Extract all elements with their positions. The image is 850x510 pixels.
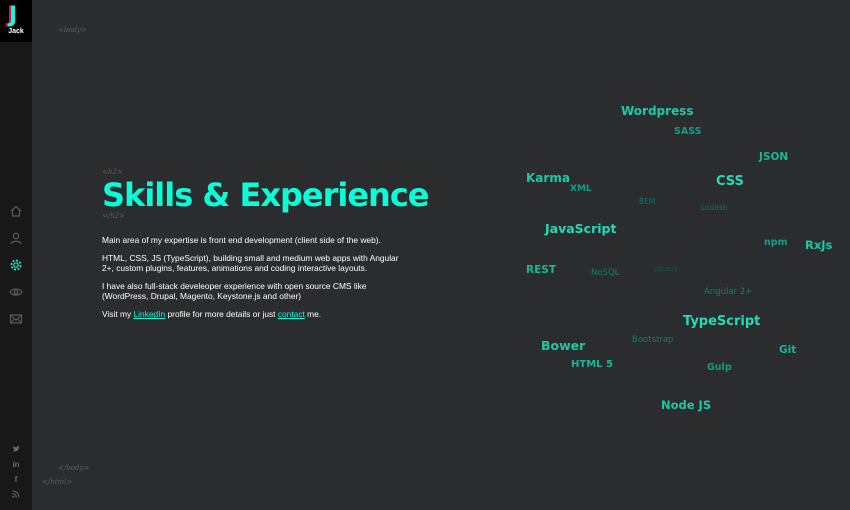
word-cloud-item: JavaScript: [545, 221, 617, 236]
word-cloud-item: jQuery: [655, 265, 679, 273]
twitter-icon: [12, 445, 20, 452]
word-cloud-item: Git: [779, 344, 797, 356]
nav-contact[interactable]: [0, 306, 32, 333]
main-nav: [0, 198, 32, 333]
logo[interactable]: J J Jack: [0, 0, 32, 42]
facebook-icon: f: [14, 475, 18, 484]
word-cloud-item: Wordpress: [621, 104, 694, 118]
home-icon: [10, 205, 22, 217]
nav-skills[interactable]: [0, 252, 32, 279]
logo-letter: J: [9, 3, 18, 28]
word-cloud-item: Lodash: [701, 203, 728, 212]
social-links: in f: [0, 442, 32, 502]
linkedin-icon: in: [12, 460, 20, 469]
word-cloud-item: Node JS: [661, 398, 712, 412]
rss-link[interactable]: [0, 487, 32, 502]
word-cloud-item: Bootstrap: [632, 335, 674, 345]
facebook-link[interactable]: f: [0, 472, 32, 487]
word-cloud-item: SASS: [674, 126, 702, 137]
word-cloud-item: JSON: [759, 151, 789, 163]
word-cloud-item: npm: [764, 237, 788, 248]
rss-icon: [12, 490, 20, 498]
logo-name: Jack: [8, 28, 24, 35]
word-cloud-item: BEM: [639, 197, 656, 206]
user-icon: [10, 232, 22, 245]
word-cloud-item: Gulp: [707, 362, 732, 373]
word-cloud-item: Angular 2+: [704, 287, 753, 297]
word-cloud-item: XML: [570, 184, 592, 194]
word-cloud-item: RxJs: [805, 238, 833, 252]
word-cloud-item: TypeScript: [683, 314, 761, 329]
word-cloud-item: NoSQL: [591, 268, 620, 278]
word-cloud-item: REST: [526, 264, 556, 276]
eye-icon: [9, 288, 23, 296]
word-cloud-item: Karma: [526, 171, 570, 185]
word-cloud-item: CSS: [716, 174, 744, 189]
twitter-link[interactable]: [0, 442, 32, 457]
nav-home[interactable]: [0, 198, 32, 225]
main-content: <body> <h2> Skills & Experience </h2> Ma…: [32, 0, 850, 510]
skills-word-cloud[interactable]: Wordpress SASS JSON Karma XML CSS BEM Lo…: [32, 0, 850, 510]
nav-work[interactable]: [0, 279, 32, 306]
sidebar: J J Jack in f: [0, 0, 32, 510]
nav-about[interactable]: [0, 225, 32, 252]
word-cloud-item: Bower: [541, 338, 586, 353]
linkedin-link[interactable]: in: [0, 457, 32, 472]
gear-icon: [10, 259, 22, 271]
envelope-icon: [9, 314, 23, 324]
word-cloud-item: HTML 5: [571, 359, 613, 370]
